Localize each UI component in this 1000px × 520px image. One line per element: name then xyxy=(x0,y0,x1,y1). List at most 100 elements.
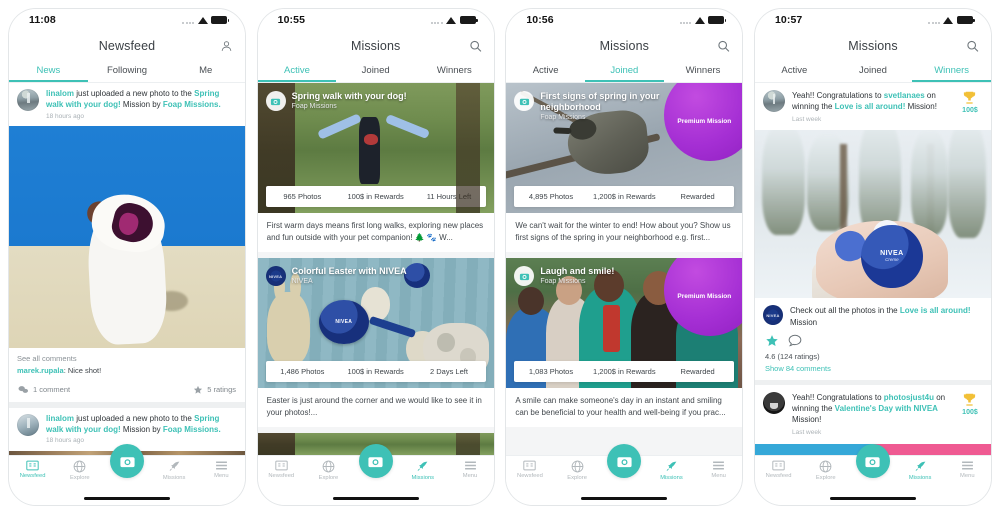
photo-detail-tin: NIVEA xyxy=(319,299,369,344)
tab-joined[interactable]: Joined xyxy=(834,61,913,82)
tab-active[interactable]: Active xyxy=(755,61,834,82)
trophy-icon xyxy=(964,393,976,406)
tab-joined[interactable]: Joined xyxy=(584,61,664,82)
mission-brand: Foap Missions xyxy=(540,113,586,121)
tab-news[interactable]: News xyxy=(9,61,88,82)
search-icon xyxy=(718,40,730,52)
search-button[interactable] xyxy=(717,40,730,53)
winner-caption-row: Check out all the photos in the Love is … xyxy=(754,298,991,331)
comment-count-stat[interactable]: 1 comment xyxy=(18,385,70,394)
tabbar-label: Explore xyxy=(567,475,587,481)
tabbar-item-newsfeed[interactable]: Newsfeed xyxy=(9,460,56,479)
mission-badge: First signs of spring in your neighborho… xyxy=(514,91,722,121)
status-clock: 10:56 xyxy=(526,14,554,26)
missions-scroll[interactable]: Spring walk with your dog! Foap Missions… xyxy=(257,83,494,455)
winner-photo[interactable]: NIVEA Creme xyxy=(754,130,991,299)
avatar[interactable] xyxy=(762,305,783,326)
tab-winners[interactable]: Winners xyxy=(415,61,494,82)
tabbar-item-explore[interactable]: Explore xyxy=(305,460,352,481)
search-button[interactable] xyxy=(966,40,979,53)
winner-text: Yeah!! Congratulations to svetlanaes on … xyxy=(792,90,950,124)
camera-icon xyxy=(519,98,529,105)
home-indicator xyxy=(257,491,494,505)
tabbar-item-menu[interactable]: Menu xyxy=(198,460,245,479)
search-icon xyxy=(967,40,979,52)
winners-scroll[interactable]: Yeah!! Congratulations to svetlanaes on … xyxy=(754,83,991,455)
avatar[interactable] xyxy=(17,413,39,436)
status-indicators xyxy=(679,16,727,24)
tabbar-item-menu[interactable]: Menu xyxy=(446,460,493,479)
mission-title-block: Laugh and smile! Foap Missions xyxy=(540,266,614,285)
feed-brand-link[interactable]: Foap Missions. xyxy=(163,100,221,109)
mission-card[interactable]: NIVEA Colorful Easter with NIVEA NIVEA 1… xyxy=(257,258,494,428)
globe-icon xyxy=(571,460,583,473)
tabbar-item-newsfeed[interactable]: Newsfeed xyxy=(258,460,305,479)
tabbar-label: Menu xyxy=(462,473,478,479)
tab-active[interactable]: Active xyxy=(506,61,585,82)
tab-following[interactable]: Following xyxy=(88,61,167,82)
caption-mission-link[interactable]: Love is all around! xyxy=(900,306,971,315)
tabbar-item-missions[interactable]: Missions xyxy=(399,460,446,481)
mission-card[interactable]: Premium Mission First signs of spring in xyxy=(506,83,743,253)
mission-title-block: First signs of spring in your neighborho… xyxy=(540,91,722,121)
winner-username[interactable]: photosjust4u xyxy=(884,393,934,402)
tabbar-label: Menu xyxy=(711,473,726,479)
winner-row[interactable]: Yeah!! Congratulations to photosjust4u o… xyxy=(754,384,991,444)
profile-button[interactable] xyxy=(220,40,233,53)
missions-scroll[interactable]: Premium Mission First signs of spring in xyxy=(506,83,743,455)
tabbar-item-newsfeed[interactable]: Newsfeed xyxy=(506,460,553,479)
feed-username[interactable]: linalom xyxy=(46,414,74,423)
feed-photo[interactable] xyxy=(9,126,245,349)
mission-card[interactable]: Spring walk with your dog! Foap Missions… xyxy=(257,83,494,253)
tab-joined[interactable]: Joined xyxy=(336,61,415,82)
winner-amount: 100$ xyxy=(962,107,978,114)
feed-text-2: Mission by xyxy=(120,99,163,109)
feed-text-2: Mission by xyxy=(120,424,163,434)
tab-winners[interactable]: Winners xyxy=(664,61,743,82)
photo-detail-tin: NIVEA Creme xyxy=(861,224,923,289)
feed-scroll[interactable]: linalom just uploaded a new photo to the… xyxy=(9,83,245,455)
signal-dots-icon xyxy=(182,17,194,24)
ratings-stat[interactable]: 5 ratings xyxy=(193,385,236,395)
feed-brand-link[interactable]: Foap Missions. xyxy=(163,425,221,434)
search-button[interactable] xyxy=(469,40,482,53)
newsfeed-icon xyxy=(523,460,537,471)
photo-detail-tin xyxy=(403,263,430,289)
comment-username[interactable]: marek.rupala xyxy=(17,366,64,375)
tabbar-label: Newsfeed xyxy=(19,473,46,479)
feed-item-header[interactable]: linalom just uploaded a new photo to the… xyxy=(9,83,245,127)
tab-active[interactable]: Active xyxy=(257,61,337,82)
winner-mission-link[interactable]: Valentine's Day with NIVEA xyxy=(835,404,938,413)
phone-screen: 10:55 Missions Active Joined Winners Spr… xyxy=(257,9,494,505)
see-all-comments-link[interactable]: See all comments xyxy=(17,353,237,364)
status-bar: 10:55 xyxy=(257,9,494,31)
star-icon[interactable] xyxy=(765,334,779,348)
tab-winners[interactable]: Winners xyxy=(912,61,991,82)
mission-badge: Laugh and smile! Foap Missions xyxy=(514,266,614,287)
camera-button[interactable] xyxy=(855,444,890,478)
show-comments-link[interactable]: Show 84 comments xyxy=(754,361,991,385)
avatar[interactable] xyxy=(17,89,39,111)
avatar[interactable] xyxy=(762,391,785,414)
camera-button[interactable] xyxy=(358,444,393,478)
tabbar-item-missions[interactable]: Missions xyxy=(897,460,944,481)
tabbar-item-menu[interactable]: Menu xyxy=(944,460,991,479)
tabbar-item-explore[interactable]: Explore xyxy=(802,460,849,481)
mission-card[interactable]: Premium Mission Laugh and smile! Foap Mi… xyxy=(506,258,743,428)
camera-button[interactable] xyxy=(607,444,642,478)
comment-icon[interactable] xyxy=(788,334,802,347)
winner-username[interactable]: svetlanaes xyxy=(884,91,925,100)
winner-mission-link[interactable]: Love is all around! xyxy=(835,102,906,111)
tabbar-item-explore[interactable]: Explore xyxy=(554,460,601,481)
tabbar-item-newsfeed[interactable]: Newsfeed xyxy=(755,460,802,479)
tabbar-item-missions[interactable]: Missions xyxy=(151,460,198,481)
tab-me[interactable]: Me xyxy=(166,61,245,82)
avatar[interactable] xyxy=(762,90,785,112)
winner-row[interactable]: Yeah!! Congratulations to svetlanaes on … xyxy=(754,83,991,131)
tabbar-item-missions[interactable]: Missions xyxy=(648,460,695,481)
feed-username[interactable]: linalom xyxy=(46,89,74,98)
nav-bar: Missions xyxy=(754,31,991,61)
camera-button[interactable] xyxy=(110,444,144,478)
tabbar-item-explore[interactable]: Explore xyxy=(56,460,103,481)
tabbar-item-menu[interactable]: Menu xyxy=(695,460,742,479)
